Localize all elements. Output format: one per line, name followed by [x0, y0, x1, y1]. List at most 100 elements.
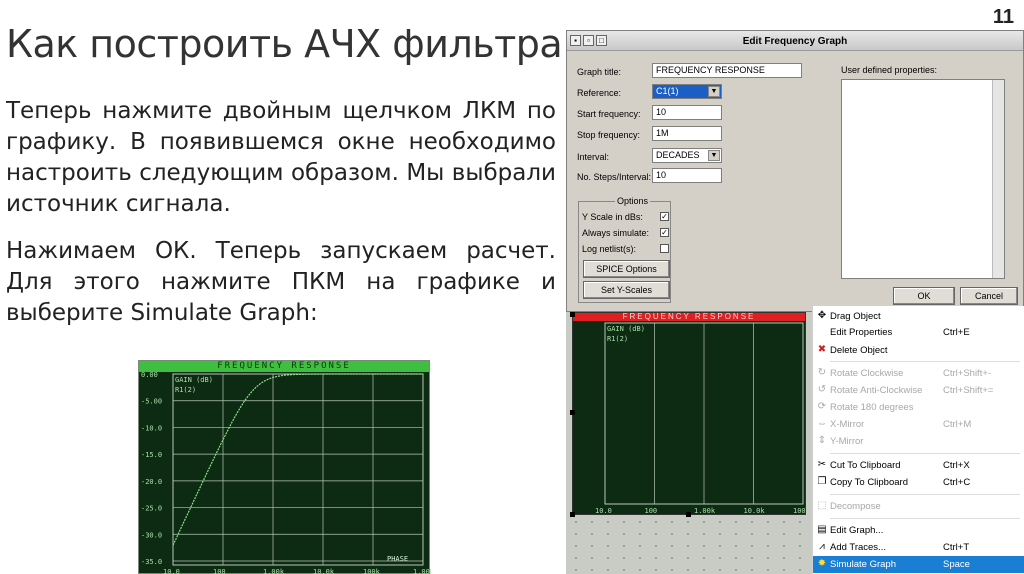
rotate-ccw-icon: ↺: [817, 384, 827, 395]
menu-item-drag-object[interactable]: ✥ Drag Object: [813, 308, 1024, 325]
menu-item-shortcut: Ctrl+C: [943, 477, 971, 488]
schematic-graph-area: FREQUENCY RESPONSE 10.0 100 1.00k 10.0k 100k…: [566, 312, 812, 574]
grid-dot: [671, 569, 673, 571]
stop-frequency-label: Stop frequency:: [577, 130, 641, 140]
reference-label: Reference:: [577, 88, 622, 98]
reference-select[interactable]: C1(1) ▼: [652, 84, 722, 99]
user-defined-properties-label: User defined properties:: [841, 65, 938, 75]
y-mirror-icon: ⇕: [817, 435, 827, 446]
menu-item-y-mirror[interactable]: ⇕ Y-Mirror: [813, 433, 1024, 450]
grid-dot: [783, 569, 785, 571]
delete-icon: ✖: [817, 344, 827, 355]
menu-item-rotate-anti-clockwise[interactable]: ↺ Rotate Anti-Clockwise Ctrl+Shift+=: [813, 382, 1024, 399]
edit-frequency-graph-dialog: ▪ ▫ □ Edit Frequency Graph Graph title: …: [566, 30, 1024, 312]
grid-dot: [671, 545, 673, 547]
vertical-scrollbar[interactable]: [992, 80, 1004, 278]
log-netlist-label: Log netlist(s):: [582, 244, 637, 254]
reference-value: C1(1): [656, 86, 679, 96]
menu-item-shortcut: Ctrl+Shift+-: [943, 368, 992, 379]
x-tick-label: 1.00k: [263, 568, 285, 574]
grid-dot: [799, 533, 801, 535]
menu-item-label: X-Mirror: [830, 419, 865, 430]
selection-handle[interactable]: [570, 312, 575, 317]
menu-separator: [830, 453, 1020, 454]
menu-item-shortcut: Ctrl+X: [943, 460, 970, 471]
grid-dot: [607, 545, 609, 547]
cancel-button[interactable]: Cancel: [960, 287, 1018, 305]
grid-dot: [687, 569, 689, 571]
grid-dot: [591, 533, 593, 535]
menu-item-label: Edit Graph...: [830, 525, 884, 536]
y-tick-label: -5.00: [141, 398, 162, 406]
stop-frequency-input[interactable]: 1M: [652, 126, 722, 141]
interval-select[interactable]: DECADES ▼: [652, 148, 722, 163]
grid-dot: [703, 557, 705, 559]
grid-dot: [655, 545, 657, 547]
schematic-grid-dots: [575, 521, 801, 571]
ok-button[interactable]: OK: [893, 287, 955, 305]
x-tick-label: 1.00M: [413, 568, 431, 574]
grid-dot: [735, 545, 737, 547]
slide-title: Как построить АЧХ фильтра: [6, 22, 563, 66]
menu-item-label: Drag Object: [830, 311, 881, 322]
frequency-response-graph-large[interactable]: FREQUENCY RESPONSE 10.0 100 1.00k 10.0k 100k…: [572, 312, 806, 515]
grid-dot: [751, 557, 753, 559]
set-y-scales-button[interactable]: Set Y-Scales: [583, 281, 670, 299]
user-defined-properties-textarea[interactable]: [841, 79, 1005, 279]
menu-separator: [830, 494, 1020, 495]
menu-item-simulate-graph[interactable]: ✸ Simulate Graph Space: [813, 556, 1024, 573]
menu-item-copy-to-clipboard[interactable]: ❐ Copy To Clipboard Ctrl+C: [813, 474, 1024, 491]
menu-item-rotate-180-degrees[interactable]: ⟳ Rotate 180 degrees: [813, 399, 1024, 416]
steps-per-interval-input[interactable]: 10: [652, 168, 722, 183]
y-scale-dbs-checkbox[interactable]: ✓: [660, 212, 669, 221]
y-tick-label: 0.00: [141, 372, 158, 379]
menu-item-rotate-clockwise[interactable]: ↻ Rotate Clockwise Ctrl+Shift+-: [813, 365, 1024, 382]
x-tick-label: 10.0k: [744, 507, 766, 514]
grid-dot: [751, 521, 753, 523]
grid-dot: [783, 533, 785, 535]
grid-dot: [623, 533, 625, 535]
trace-label: R1(2): [607, 335, 628, 343]
grid-dot: [735, 521, 737, 523]
grid-dot: [671, 521, 673, 523]
grid-dot: [719, 557, 721, 559]
selection-handle[interactable]: [570, 410, 575, 415]
always-simulate-checkbox[interactable]: ✓: [660, 228, 669, 237]
grid-dot: [799, 545, 801, 547]
graph-plot-area: 0.00-5.00-10.0-15.0-20.0-25.0-30.0-35.01…: [141, 372, 431, 574]
spice-options-button[interactable]: SPICE Options: [583, 260, 670, 278]
menu-item-label: Rotate Anti-Clockwise: [830, 385, 923, 396]
phase-label: PHASE: [387, 555, 408, 563]
menu-item-edit-graph[interactable]: ▤ Edit Graph...: [813, 522, 1024, 539]
menu-item-delete-object[interactable]: ✖ Delete Object: [813, 342, 1024, 359]
graph-header: FREQUENCY RESPONSE: [573, 313, 805, 321]
menu-item-cut-to-clipboard[interactable]: ✂ Cut To Clipboard Ctrl+X: [813, 457, 1024, 474]
grid-dot: [751, 569, 753, 571]
always-simulate-label: Always simulate:: [582, 228, 650, 238]
instruction-paragraph-2: Нажимаем ОК. Теперь запускаем расчет. Дл…: [6, 238, 556, 326]
menu-item-add-traces[interactable]: ⩘ Add Traces... Ctrl+T: [813, 539, 1024, 556]
grid-dot: [655, 521, 657, 523]
grid-dot: [767, 545, 769, 547]
x-mirror-icon: ⇔: [817, 418, 827, 429]
decompose-icon: ⬚: [817, 500, 827, 511]
x-tick-label: 100: [213, 568, 226, 574]
menu-item-decompose[interactable]: ⬚ Decompose: [813, 498, 1024, 515]
y-tick-label: -10.0: [141, 424, 162, 432]
grid-dot: [655, 533, 657, 535]
menu-item-edit-properties[interactable]: Edit Properties Ctrl+E: [813, 324, 1024, 341]
start-frequency-input[interactable]: 10: [652, 105, 722, 120]
menu-item-x-mirror[interactable]: ⇔ X-Mirror Ctrl+M: [813, 416, 1024, 433]
x-tick-label: 1.00k: [694, 507, 716, 514]
grid-dot: [591, 521, 593, 523]
menu-item-shortcut: Ctrl+T: [943, 542, 970, 553]
grid-dot: [655, 557, 657, 559]
instruction-paragraph-1: Теперь нажмите двойным щелчком ЛКМ по гр…: [6, 98, 556, 217]
grid-dot: [687, 557, 689, 559]
grid-dot: [719, 533, 721, 535]
graph-title-input[interactable]: FREQUENCY RESPONSE: [652, 63, 802, 78]
log-netlist-checkbox[interactable]: [660, 244, 669, 253]
graph-title-label: Graph title:: [577, 67, 622, 77]
start-frequency-label: Start frequency:: [577, 109, 641, 119]
gain-trace: [172, 373, 423, 546]
